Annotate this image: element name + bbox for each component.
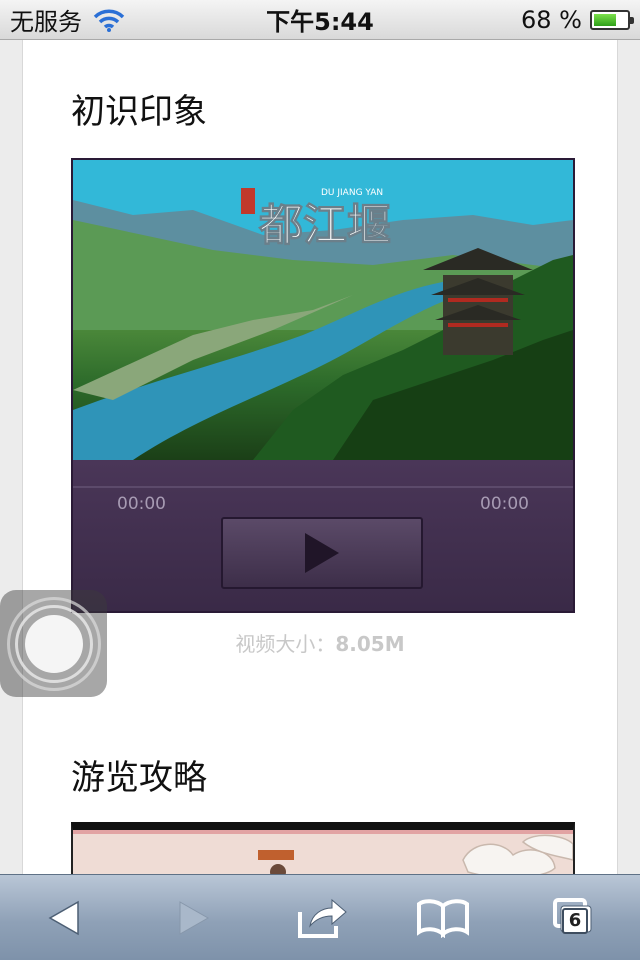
assistive-touch-core — [24, 614, 83, 673]
assistive-touch-ring — [6, 596, 101, 691]
browser-toolbar — [0, 874, 640, 960]
video-size-info: 视频大小：8.05M — [23, 628, 617, 657]
share-icon — [298, 898, 347, 938]
forward-button[interactable] — [142, 875, 242, 960]
play-button[interactable] — [221, 517, 423, 589]
video-controls: 00:00 00:00 — [73, 460, 573, 611]
forward-arrow-icon — [179, 901, 210, 935]
assistive-touch-inner-ring — [14, 604, 93, 683]
guide-illustration — [73, 830, 573, 874]
back-button[interactable] — [14, 875, 114, 960]
guide-image[interactable] — [71, 822, 575, 874]
current-time: 00:00 — [117, 494, 166, 514]
status-bar: 无服务 下午5:44 68 % — [0, 0, 640, 40]
bookmarks-icon — [417, 899, 469, 938]
battery-fill — [594, 13, 616, 26]
share-button[interactable] — [273, 875, 373, 960]
landscape-illustration: DU JIANG YAN 都江堰 — [73, 160, 573, 460]
brand-subtext: DU JIANG YAN — [321, 188, 383, 198]
battery-percent: 68 % — [521, 5, 582, 34]
carrier-label: 无服务 — [10, 8, 82, 36]
back-arrow-icon — [48, 900, 79, 936]
brand-title: 都江堰 — [258, 200, 391, 251]
video-player[interactable]: DU JIANG YAN 都江堰 00:00 00:00 — [71, 158, 575, 613]
status-right: 68 % — [521, 5, 634, 34]
assistive-touch-button[interactable] — [0, 590, 107, 697]
status-left: 无服务 — [10, 2, 126, 37]
video-poster[interactable]: DU JIANG YAN 都江堰 — [73, 160, 573, 460]
wifi-icon — [93, 9, 125, 32]
total-time: 00:00 — [480, 494, 529, 514]
bookmarks-button[interactable] — [393, 875, 493, 960]
section-title-impression: 初识印象 — [71, 92, 207, 132]
battery-icon — [590, 9, 634, 30]
web-page[interactable]: 初识印象 DU JIANG YAN 都江堰 00:00 00:00 视频大小：8… — [22, 40, 618, 874]
video-size-value: 8.05M — [335, 632, 405, 656]
video-size-label: 视频大小： — [235, 632, 336, 656]
section-title-guide: 游览攻略 — [71, 758, 207, 798]
play-icon — [305, 533, 339, 573]
tab-count-badge: 6 — [562, 908, 588, 934]
progress-track[interactable] — [73, 486, 573, 488]
